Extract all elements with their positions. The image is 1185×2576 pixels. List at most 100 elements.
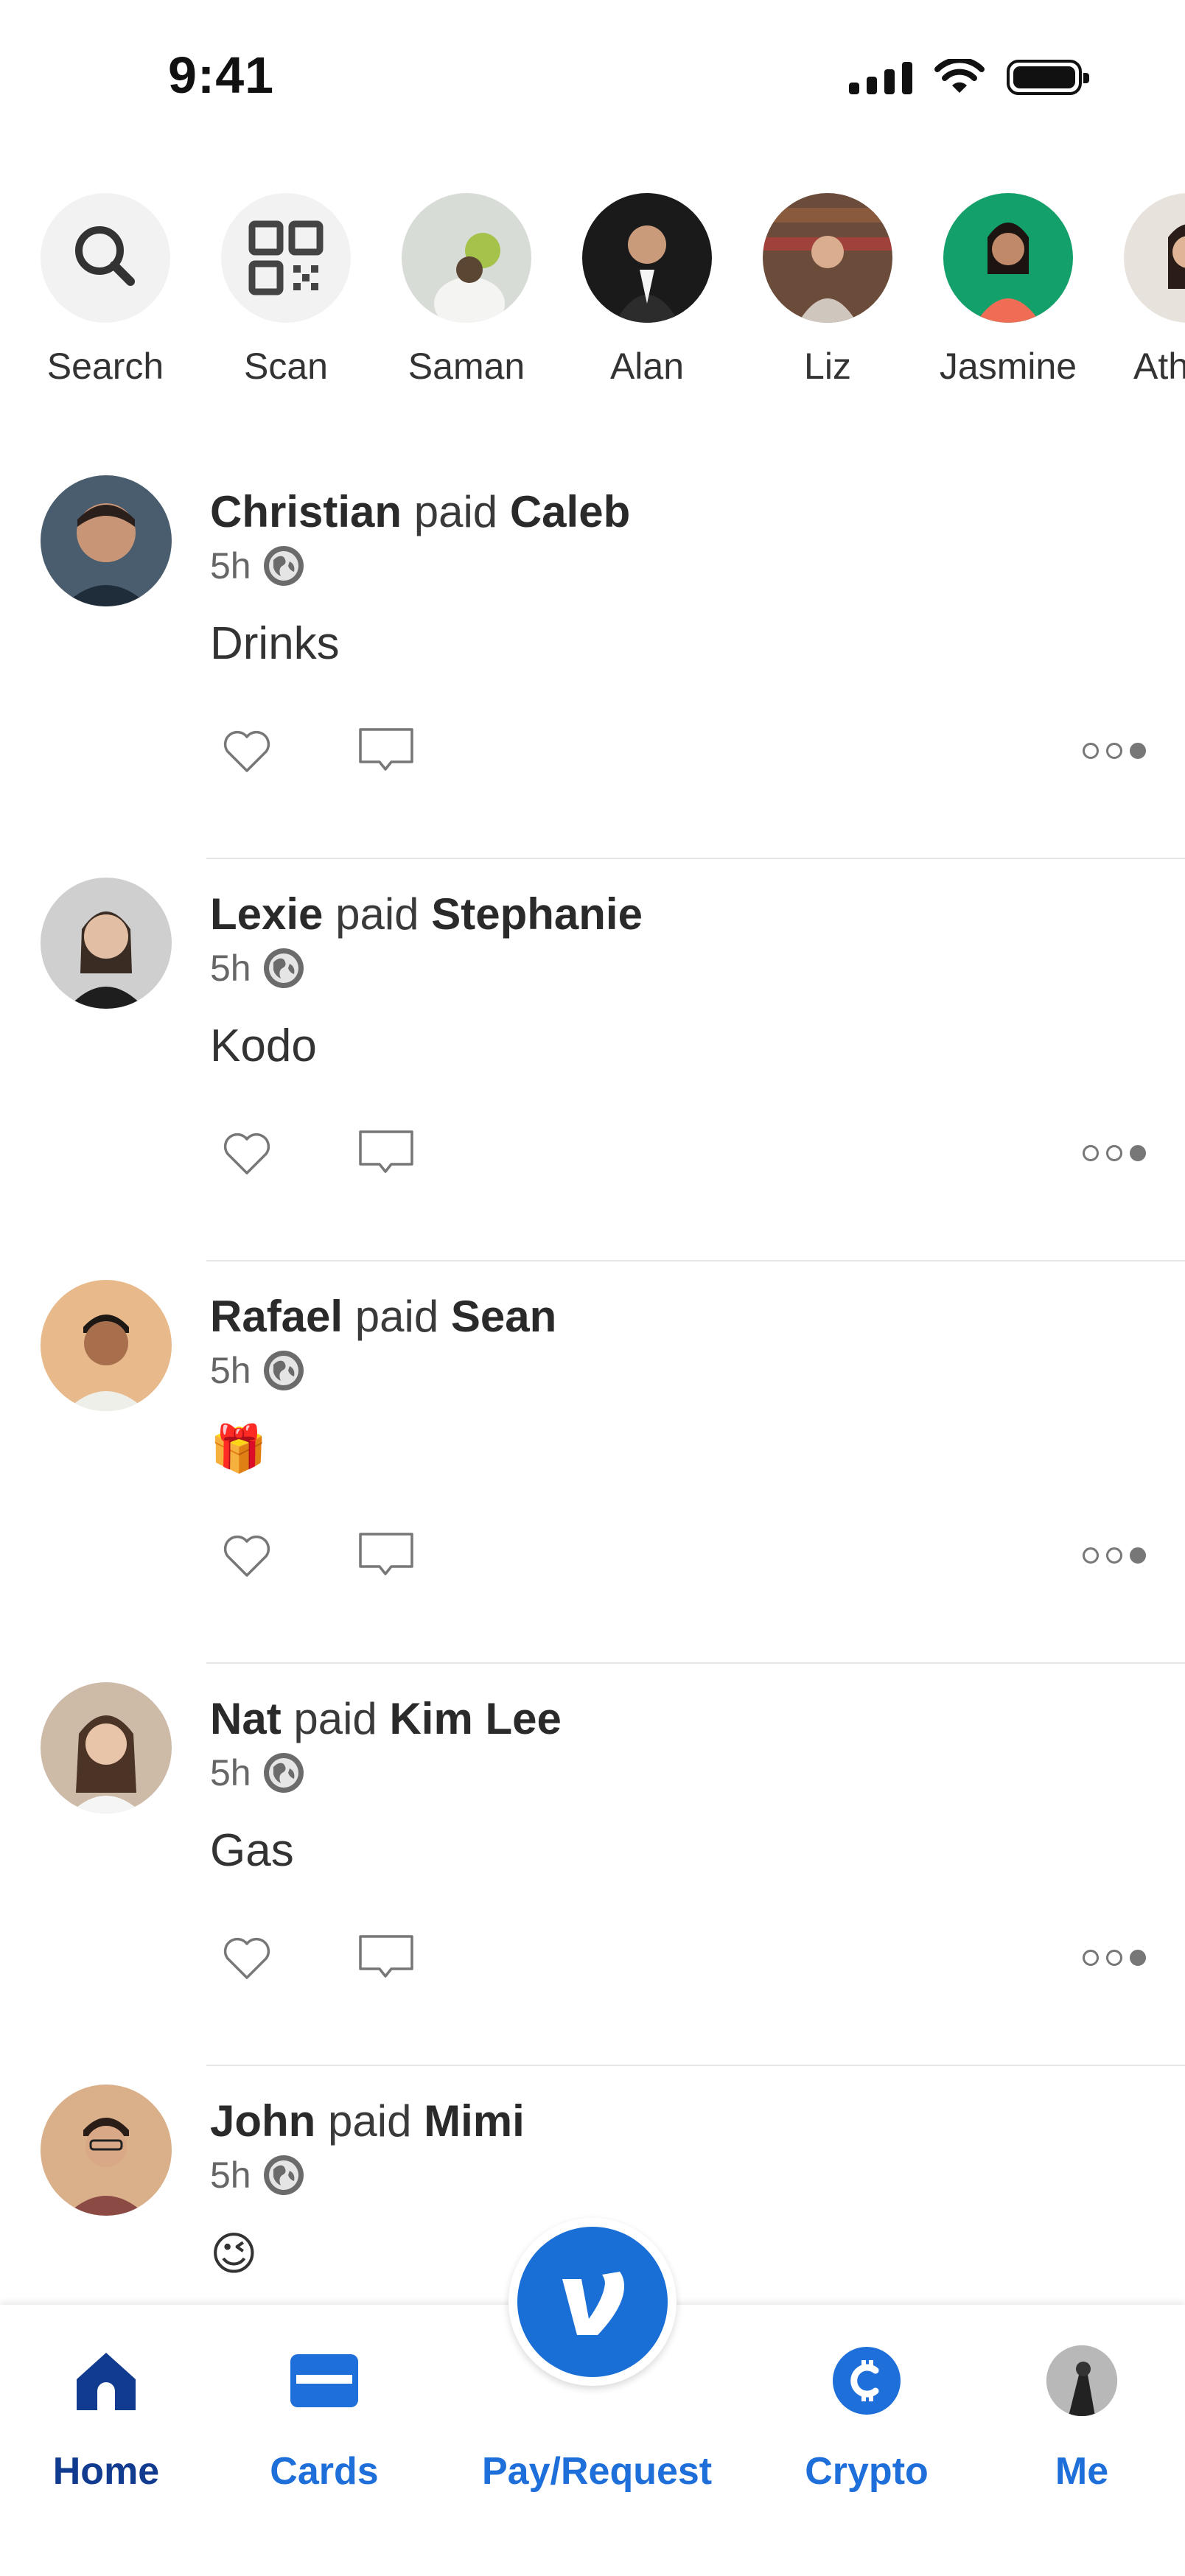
payee-name[interactable]: Sean bbox=[451, 1292, 556, 1341]
payee-name[interactable]: Caleb bbox=[510, 487, 630, 536]
post-meta: 5h bbox=[210, 946, 306, 990]
globe-icon bbox=[263, 546, 304, 586]
post-actions bbox=[210, 1124, 1146, 1191]
payment-note-emoji: 😉 bbox=[210, 2229, 258, 2280]
payer-name[interactable]: John bbox=[210, 2096, 315, 2146]
transaction-title: Nat paid Kim Lee bbox=[210, 1693, 562, 1744]
crypto-coin-icon bbox=[833, 2347, 901, 2415]
avatar bbox=[582, 193, 712, 323]
post-time: 5h bbox=[210, 948, 251, 989]
verb: paid bbox=[293, 1694, 377, 1743]
scan-circle bbox=[221, 193, 351, 323]
avatar[interactable] bbox=[41, 1280, 172, 1411]
contact-liz[interactable]: Liz bbox=[737, 193, 918, 388]
more-options-icon[interactable] bbox=[1083, 1145, 1146, 1161]
feed-item[interactable]: Rafael paid Sean 5h 🎁 bbox=[0, 1261, 1185, 1664]
contact-alan[interactable]: Alan bbox=[556, 193, 738, 388]
comment-icon[interactable] bbox=[357, 1527, 416, 1586]
contact-saman[interactable]: Saman bbox=[376, 193, 557, 388]
story-label: Ath bbox=[1133, 346, 1185, 387]
tab-label: Crypto bbox=[805, 2450, 929, 2493]
feed-item[interactable]: Nat paid Kim Lee 5h Gas bbox=[0, 1664, 1185, 2066]
transaction-title: Christian paid Caleb bbox=[210, 486, 630, 537]
pay-request-circle bbox=[517, 2227, 668, 2377]
verb: paid bbox=[335, 889, 419, 939]
contact-jasmine[interactable]: Jasmine bbox=[917, 193, 1099, 388]
avatar[interactable] bbox=[41, 1682, 172, 1813]
payer-name[interactable]: Rafael bbox=[210, 1292, 343, 1341]
tab-home[interactable]: Home bbox=[0, 2340, 217, 2493]
feed-item[interactable]: Christian paid Caleb 5h Drinks bbox=[0, 457, 1185, 859]
post-actions bbox=[210, 722, 1146, 788]
payment-note: Kodo bbox=[210, 1021, 317, 1071]
avatar[interactable] bbox=[41, 2085, 172, 2216]
like-heart-icon[interactable] bbox=[217, 1929, 276, 1988]
avatar[interactable] bbox=[41, 878, 172, 1009]
profile-avatar bbox=[1046, 2345, 1117, 2416]
post-meta: 5h bbox=[210, 1348, 306, 1393]
post-actions bbox=[210, 1527, 1146, 1593]
globe-icon bbox=[263, 948, 304, 988]
story-label: Alan bbox=[609, 346, 685, 387]
post-meta: 5h bbox=[210, 1751, 306, 1795]
like-heart-icon[interactable] bbox=[217, 1124, 276, 1183]
payer-name[interactable]: Christian bbox=[210, 487, 402, 536]
comment-icon[interactable] bbox=[357, 1124, 416, 1183]
tab-label: Pay/Request bbox=[482, 2450, 713, 2493]
tab-label: Cards bbox=[270, 2450, 379, 2493]
comment-icon[interactable] bbox=[357, 1929, 416, 1988]
payment-note: Drinks bbox=[210, 618, 340, 669]
verb: paid bbox=[354, 1292, 439, 1341]
scan-shortcut[interactable]: Scan bbox=[195, 193, 377, 388]
more-options-icon[interactable] bbox=[1083, 1547, 1146, 1564]
tab-crypto[interactable]: Crypto bbox=[756, 2340, 977, 2493]
pay-request-button[interactable] bbox=[508, 2218, 677, 2386]
status-bar: 9:41 bbox=[0, 0, 1185, 162]
story-label: Jasmine bbox=[939, 346, 1077, 387]
post-actions bbox=[210, 1929, 1146, 1995]
story-label: Search bbox=[46, 346, 164, 387]
post-meta: 5h bbox=[210, 544, 306, 588]
tab-cards[interactable]: Cards bbox=[214, 2340, 435, 2493]
search-shortcut[interactable]: Search bbox=[15, 193, 196, 388]
wifi-icon bbox=[934, 59, 985, 93]
payee-name[interactable]: Stephanie bbox=[431, 889, 643, 939]
payer-name[interactable]: Nat bbox=[210, 1694, 282, 1743]
payment-note-emoji: 🎁 bbox=[210, 1424, 268, 1474]
post-time: 5h bbox=[210, 1752, 251, 1793]
transaction-title: Rafael paid Sean bbox=[210, 1291, 556, 1342]
globe-icon bbox=[263, 2155, 304, 2195]
post-time: 5h bbox=[210, 2155, 251, 2196]
avatar bbox=[943, 193, 1073, 323]
post-meta: 5h bbox=[210, 2153, 306, 2197]
tab-label: Home bbox=[52, 2450, 160, 2493]
avatar[interactable] bbox=[41, 475, 172, 606]
avatar bbox=[402, 193, 531, 323]
payer-name[interactable]: Lexie bbox=[210, 889, 323, 939]
contact-ath[interactable]: Ath bbox=[1098, 193, 1185, 388]
avatar bbox=[1124, 193, 1185, 323]
more-options-icon[interactable] bbox=[1083, 1950, 1146, 1966]
qr-code-icon bbox=[248, 220, 324, 295]
payee-name[interactable]: Kim Lee bbox=[389, 1694, 561, 1743]
feed-item[interactable]: Lexie paid Stephanie 5h Kodo bbox=[0, 859, 1185, 1261]
post-time: 5h bbox=[210, 1350, 251, 1391]
search-icon bbox=[75, 226, 135, 286]
payee-name[interactable]: Mimi bbox=[424, 2096, 525, 2146]
like-heart-icon[interactable] bbox=[217, 1527, 276, 1586]
globe-icon bbox=[263, 1351, 304, 1390]
globe-icon bbox=[263, 1753, 304, 1793]
tab-label: Me bbox=[1055, 2450, 1109, 2493]
verb: paid bbox=[413, 487, 498, 536]
venmo-logo-icon bbox=[562, 2272, 624, 2335]
story-label: Saman bbox=[408, 346, 525, 387]
home-icon bbox=[77, 2353, 136, 2410]
like-heart-icon[interactable] bbox=[217, 722, 276, 781]
tab-me[interactable]: Me bbox=[971, 2340, 1185, 2493]
payment-note: Gas bbox=[210, 1825, 294, 1876]
avatar bbox=[763, 193, 892, 323]
battery-icon bbox=[1007, 60, 1089, 95]
post-time: 5h bbox=[210, 545, 251, 587]
more-options-icon[interactable] bbox=[1083, 743, 1146, 759]
comment-icon[interactable] bbox=[357, 722, 416, 781]
